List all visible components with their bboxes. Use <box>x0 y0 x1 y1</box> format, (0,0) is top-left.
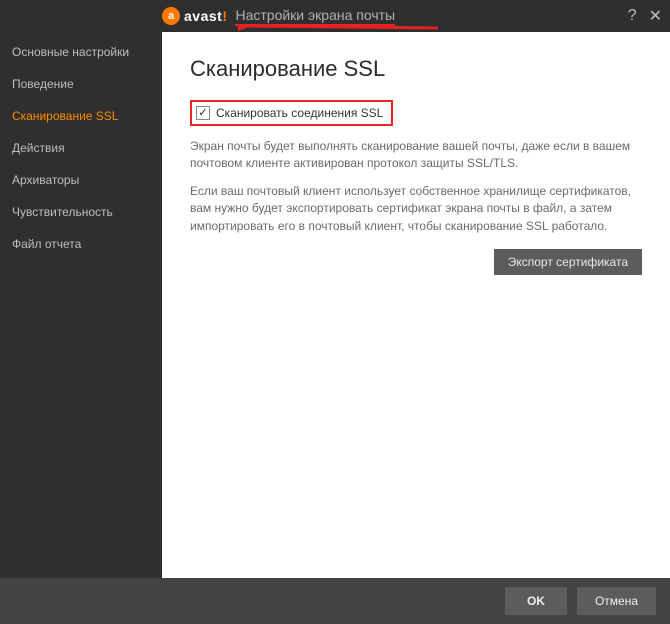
page-heading: Сканирование SSL <box>190 56 642 82</box>
sidebar-item-6[interactable]: Файл отчета <box>0 228 162 260</box>
logo-text: avast! <box>184 8 227 24</box>
cancel-button[interactable]: Отмена <box>577 587 656 615</box>
export-row: Экспорт сертификата <box>190 249 642 275</box>
sidebar-item-1[interactable]: Поведение <box>0 68 162 100</box>
description-paragraph-1: Экран почты будет выполнять сканирование… <box>190 138 642 173</box>
sidebar-item-label: Файл отчета <box>12 237 81 251</box>
checkbox-label: Сканировать соединения SSL <box>216 106 383 120</box>
sidebar: Основные настройки Поведение Сканирование … <box>0 32 162 578</box>
settings-window: a avast! Настройки экрана почты ? ✕ Осно… <box>0 0 670 624</box>
sidebar-item-5[interactable]: Чувствительность <box>0 196 162 228</box>
content-pane: Сканирование SSL ✓ Сканировать соединени… <box>162 32 670 578</box>
sidebar-item-label: Действия <box>12 141 65 155</box>
window-title: Настройки экрана почты <box>235 7 395 26</box>
titlebar: a avast! Настройки экрана почты ? ✕ <box>0 0 670 32</box>
close-button[interactable]: ✕ <box>649 6 662 26</box>
sidebar-item-label: Поведение <box>12 77 74 91</box>
app-logo: a avast! <box>162 7 227 25</box>
sidebar-item-3[interactable]: Действия <box>0 132 162 164</box>
window-body: Основные настройки Поведение Сканирование … <box>0 32 670 578</box>
titlebar-controls: ? ✕ <box>628 6 662 26</box>
avast-logo-icon: a <box>162 7 180 25</box>
sidebar-item-label: Основные настройки <box>12 45 129 59</box>
sidebar-item-2[interactable]: Сканирование SSL <box>0 100 162 132</box>
ok-button[interactable]: OK <box>505 587 567 615</box>
sidebar-item-label: Чувствительность <box>12 205 113 219</box>
titlebar-left <box>0 0 162 32</box>
help-button[interactable]: ? <box>628 7 637 25</box>
description-paragraph-2: Если ваш почтовый клиент использует собс… <box>190 183 642 235</box>
sidebar-item-0[interactable]: Основные настройки <box>0 36 162 68</box>
checkbox-icon[interactable]: ✓ <box>196 106 210 120</box>
scan-ssl-checkbox-row[interactable]: ✓ Сканировать соединения SSL <box>190 100 393 126</box>
sidebar-item-label: Архиваторы <box>12 173 79 187</box>
sidebar-item-4[interactable]: Архиваторы <box>0 164 162 196</box>
dialog-footer: OK Отмена <box>0 578 670 624</box>
export-certificate-button[interactable]: Экспорт сертификата <box>494 249 642 275</box>
sidebar-item-label: Сканирование SSL <box>12 109 118 123</box>
